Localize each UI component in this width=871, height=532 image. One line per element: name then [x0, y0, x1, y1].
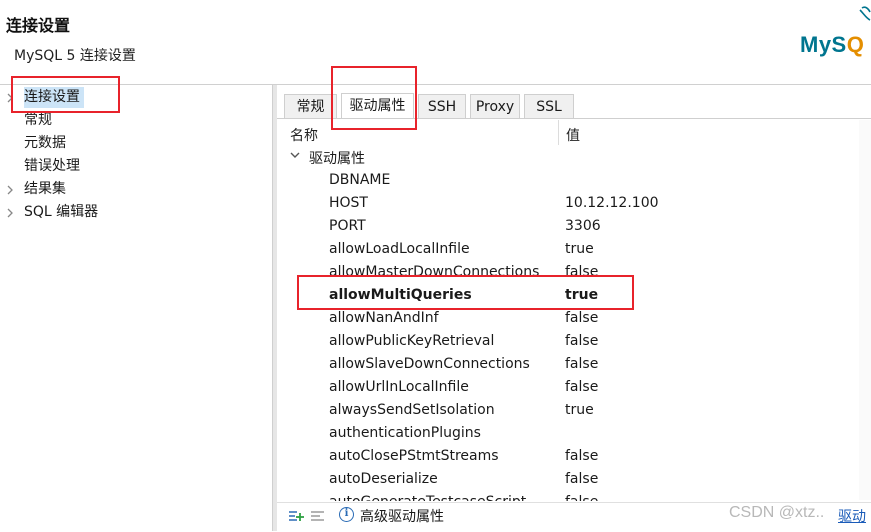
add-property-icon[interactable]: [288, 508, 304, 524]
property-name: allowMultiQueries: [329, 287, 472, 303]
properties-table: DBNAME HOST 10.12.12.100 PORT 3306 allowLoadL…: [277, 169, 857, 501]
logo-text: MySQ: [800, 32, 865, 57]
property-name: alwaysSendSetIsolation: [329, 402, 495, 418]
info-icon[interactable]: i: [339, 507, 354, 522]
tab-4[interactable]: SSL: [524, 94, 574, 118]
table-row[interactable]: allowPublicKeyRetrieval false: [277, 330, 857, 353]
driver-link[interactable]: 驱动: [838, 506, 866, 526]
table-row[interactable]: autoGenerateTestcaseScript false: [277, 491, 857, 501]
mysql-logo: MySQ: [800, 4, 871, 64]
advanced-driver-properties-link[interactable]: 高级驱动属性: [360, 506, 444, 526]
sidebar-item[interactable]: 常规: [24, 110, 52, 131]
page-subtitle: MySQL 5 连接设置: [14, 48, 136, 64]
tab-1[interactable]: 驱动属性: [341, 93, 414, 119]
table-row[interactable]: authenticationPlugins: [277, 422, 857, 445]
table-row[interactable]: allowMultiQueries true: [277, 284, 857, 307]
property-name: allowUrlInLocalInfile: [329, 379, 469, 395]
property-value[interactable]: false: [565, 376, 598, 399]
tab-baseline: [277, 118, 871, 119]
sidebar-item[interactable]: 元数据: [24, 133, 66, 154]
property-value[interactable]: false: [565, 307, 598, 330]
tab-2[interactable]: SSH: [418, 94, 466, 118]
column-header-value[interactable]: 值: [566, 125, 580, 145]
property-name: autoClosePStmtStreams: [329, 448, 499, 464]
sidebar-item[interactable]: 连接设置: [24, 87, 84, 108]
sidebar-item[interactable]: SQL 编辑器: [24, 202, 98, 223]
property-value[interactable]: false: [565, 491, 598, 501]
remove-property-icon[interactable]: [310, 508, 326, 524]
property-name: allowSlaveDownConnections: [329, 356, 530, 372]
dolphin-icon: [859, 6, 871, 21]
table-row[interactable]: HOST 10.12.12.100: [277, 192, 857, 215]
property-value[interactable]: 3306: [565, 215, 601, 238]
page-title: 连接设置: [6, 16, 71, 35]
property-name: authenticationPlugins: [329, 425, 481, 441]
table-row[interactable]: allowUrlInLocalInfile false: [277, 376, 857, 399]
column-separator[interactable]: [558, 120, 559, 145]
table-row[interactable]: allowMasterDownConnections false: [277, 261, 857, 284]
tab-bar: 常规 驱动属性 SSH Proxy SSL: [277, 93, 871, 119]
property-value[interactable]: 10.12.12.100: [565, 192, 659, 215]
property-value[interactable]: false: [565, 468, 598, 491]
tab-3[interactable]: Proxy: [470, 94, 520, 118]
table-row[interactable]: DBNAME: [277, 169, 857, 192]
property-name: allowMasterDownConnections: [329, 264, 540, 280]
property-value[interactable]: false: [565, 330, 598, 353]
property-value[interactable]: true: [565, 238, 594, 261]
property-name: DBNAME: [329, 172, 391, 188]
column-header-name[interactable]: 名称: [290, 125, 318, 145]
chevron-right-icon[interactable]: [6, 179, 16, 200]
property-name: allowPublicKeyRetrieval: [329, 333, 495, 349]
property-value[interactable]: true: [565, 284, 598, 307]
table-row[interactable]: autoClosePStmtStreams false: [277, 445, 857, 468]
property-name: autoDeserialize: [329, 471, 438, 487]
property-name: autoGenerateTestcaseScript: [329, 491, 526, 501]
property-value[interactable]: false: [565, 261, 598, 284]
property-value[interactable]: true: [565, 399, 594, 422]
table-row[interactable]: alwaysSendSetIsolation true: [277, 399, 857, 422]
table-row[interactable]: autoDeserialize false: [277, 468, 857, 491]
sidebar-item[interactable]: 错误处理: [24, 156, 80, 177]
table-row[interactable]: allowSlaveDownConnections false: [277, 353, 857, 376]
table-row[interactable]: allowLoadLocalInfile true: [277, 238, 857, 261]
property-name: PORT: [329, 218, 366, 234]
property-value[interactable]: false: [565, 445, 598, 468]
property-name: allowNanAndInf: [329, 310, 439, 326]
watermark: CSDN @xtz..: [729, 504, 825, 521]
group-driver-properties[interactable]: 驱动属性: [309, 148, 365, 168]
chevron-down-icon[interactable]: [290, 150, 300, 163]
property-name: HOST: [329, 195, 368, 211]
chevron-right-icon[interactable]: [6, 202, 16, 223]
sidebar-item[interactable]: 结果集: [24, 179, 66, 200]
chevron-right-icon[interactable]: [6, 87, 16, 108]
property-value[interactable]: false: [565, 353, 598, 376]
table-row[interactable]: PORT 3306: [277, 215, 857, 238]
table-row[interactable]: allowNanAndInf false: [277, 307, 857, 330]
vertical-scrollbar[interactable]: [859, 120, 871, 500]
tab-0[interactable]: 常规: [284, 94, 337, 118]
property-name: allowLoadLocalInfile: [329, 241, 470, 257]
